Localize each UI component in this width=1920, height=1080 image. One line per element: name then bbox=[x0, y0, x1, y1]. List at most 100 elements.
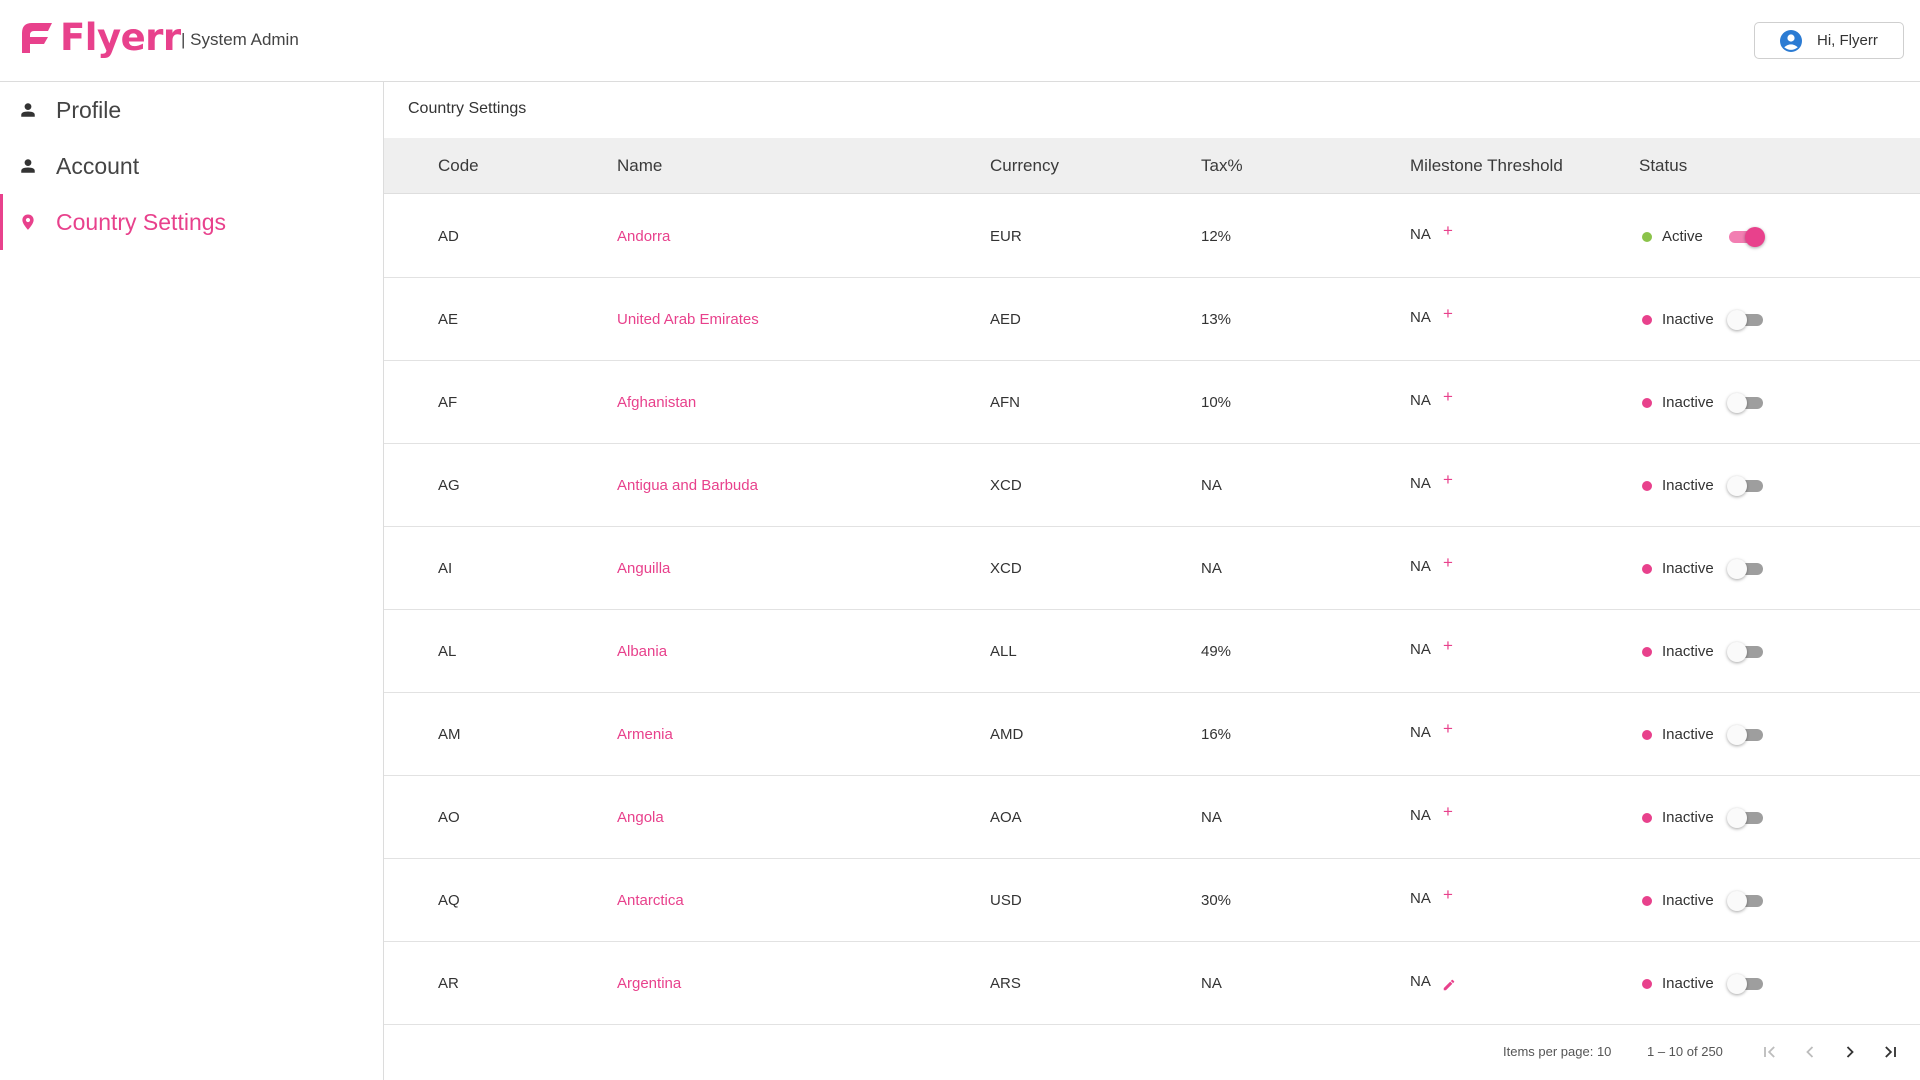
column-header-tax: Tax% bbox=[1201, 156, 1243, 175]
status-label: Inactive bbox=[1662, 560, 1714, 577]
status-toggle[interactable] bbox=[1727, 641, 1765, 662]
add-milestone-button[interactable]: + bbox=[1443, 802, 1453, 822]
sidebar-item-country-settings[interactable]: Country Settings bbox=[0, 194, 383, 250]
add-milestone-button[interactable]: + bbox=[1443, 553, 1453, 573]
status-label: Inactive bbox=[1662, 394, 1714, 411]
status-label: Inactive bbox=[1662, 809, 1714, 826]
previous-page-button[interactable] bbox=[1796, 1038, 1824, 1066]
cell-milestone: NA bbox=[1410, 558, 1431, 575]
cell-currency: EUR bbox=[990, 228, 1022, 245]
sidebar-item-profile[interactable]: Profile bbox=[0, 82, 383, 138]
add-milestone-button[interactable]: + bbox=[1443, 387, 1453, 407]
cell-code: AM bbox=[438, 726, 461, 743]
cell-tax: NA bbox=[1201, 560, 1222, 577]
toggle-knob bbox=[1745, 227, 1765, 247]
table-row: AO Angola AOA NA NA + Inactive bbox=[384, 776, 1920, 859]
first-page-button[interactable] bbox=[1756, 1038, 1784, 1066]
cell-currency: XCD bbox=[990, 560, 1022, 577]
chevron-left-icon bbox=[1806, 1046, 1814, 1058]
cell-tax: NA bbox=[1201, 809, 1222, 826]
last-page-button[interactable] bbox=[1876, 1038, 1904, 1066]
status-dot bbox=[1642, 398, 1652, 408]
cell-milestone: NA bbox=[1410, 226, 1431, 243]
cell-currency: AOA bbox=[990, 809, 1022, 826]
person-icon bbox=[21, 103, 35, 117]
add-milestone-button[interactable]: + bbox=[1443, 304, 1453, 324]
cell-milestone: NA bbox=[1410, 973, 1431, 990]
cell-milestone: NA bbox=[1410, 641, 1431, 658]
status-label: Inactive bbox=[1662, 643, 1714, 660]
country-name-link[interactable]: Albania bbox=[617, 610, 667, 693]
status-toggle[interactable] bbox=[1727, 392, 1765, 413]
add-milestone-button[interactable]: + bbox=[1443, 470, 1453, 490]
status-label: Inactive bbox=[1662, 726, 1714, 743]
country-name-link[interactable]: Andorra bbox=[617, 195, 670, 278]
status-toggle[interactable] bbox=[1727, 226, 1765, 247]
sidebar-item-label: Country Settings bbox=[56, 208, 227, 235]
status-toggle[interactable] bbox=[1727, 724, 1765, 745]
plus-icon: + bbox=[1443, 221, 1453, 240]
plus-icon: + bbox=[1443, 387, 1453, 406]
location-pin-icon bbox=[22, 214, 34, 230]
next-page-button[interactable] bbox=[1836, 1038, 1864, 1066]
user-greeting: Hi, Flyerr bbox=[1817, 32, 1878, 49]
plus-icon: + bbox=[1443, 470, 1453, 489]
cell-currency: AMD bbox=[990, 726, 1024, 743]
status-label: Inactive bbox=[1662, 975, 1714, 992]
toggle-knob bbox=[1727, 974, 1747, 994]
country-name-link[interactable]: Antarctica bbox=[617, 859, 684, 942]
toggle-knob bbox=[1727, 559, 1747, 579]
cell-tax: 16% bbox=[1201, 726, 1232, 743]
user-menu-button[interactable]: Hi, Flyerr bbox=[1754, 22, 1904, 59]
status-toggle[interactable] bbox=[1727, 309, 1765, 330]
table-row: AG Antigua and Barbuda XCD NA NA + Inactive bbox=[384, 444, 1920, 527]
country-name-link[interactable]: Afghanistan bbox=[617, 361, 696, 444]
add-milestone-button[interactable]: + bbox=[1443, 885, 1453, 905]
country-name-link[interactable]: Angola bbox=[617, 776, 664, 859]
column-header-milestone: Milestone Threshold bbox=[1410, 156, 1563, 175]
status-label: Active bbox=[1662, 228, 1703, 245]
column-header-status: Status bbox=[1639, 156, 1688, 175]
status-label: Inactive bbox=[1662, 311, 1714, 328]
sidebar-item-account[interactable]: Account bbox=[0, 138, 383, 194]
status-toggle[interactable] bbox=[1727, 807, 1765, 828]
cell-code: AG bbox=[438, 477, 460, 494]
sidebar-item-label: Profile bbox=[56, 96, 122, 123]
status-dot bbox=[1642, 979, 1652, 989]
add-milestone-button[interactable]: + bbox=[1443, 719, 1453, 739]
flyerr-logo-icon bbox=[22, 23, 52, 53]
country-name-link[interactable]: Anguilla bbox=[617, 527, 670, 610]
add-milestone-button[interactable]: + bbox=[1443, 221, 1453, 241]
status-dot bbox=[1642, 315, 1652, 325]
flyerr-logo[interactable]: Flyerr bbox=[18, 18, 181, 58]
status-toggle[interactable] bbox=[1727, 558, 1765, 579]
paginator: Items per page: 10 1 – 10 of 250 bbox=[384, 1024, 1920, 1080]
cell-currency: ARS bbox=[990, 975, 1021, 992]
status-dot bbox=[1642, 813, 1652, 823]
cell-code: AE bbox=[438, 311, 459, 328]
edit-milestone-button[interactable] bbox=[1442, 978, 1456, 997]
cell-milestone: NA bbox=[1410, 807, 1431, 824]
add-milestone-button[interactable]: + bbox=[1443, 636, 1453, 656]
cell-milestone: NA bbox=[1410, 392, 1431, 409]
plus-icon: + bbox=[1443, 304, 1453, 323]
cell-tax: 30% bbox=[1201, 892, 1232, 909]
status-toggle[interactable] bbox=[1727, 973, 1765, 994]
cell-milestone: NA bbox=[1410, 309, 1431, 326]
country-name-link[interactable]: United Arab Emirates bbox=[617, 278, 759, 361]
country-name-link[interactable]: Antigua and Barbuda bbox=[617, 444, 758, 527]
country-name-link[interactable]: Armenia bbox=[617, 693, 673, 776]
toggle-knob bbox=[1727, 891, 1747, 911]
main-content: Country Settings Code Name Currency Tax%… bbox=[384, 82, 1920, 1080]
last-page-icon bbox=[1885, 1046, 1896, 1058]
status-toggle[interactable] bbox=[1727, 890, 1765, 911]
cell-tax: NA bbox=[1201, 477, 1222, 494]
column-header-code: Code bbox=[438, 156, 479, 175]
country-name-link[interactable]: Argentina bbox=[617, 942, 681, 1025]
table-row: AI Anguilla XCD NA NA + Inactive bbox=[384, 527, 1920, 610]
plus-icon: + bbox=[1443, 802, 1453, 821]
page-range-label: 1 – 10 of 250 bbox=[1647, 1044, 1723, 1059]
status-dot bbox=[1642, 730, 1652, 740]
status-toggle[interactable] bbox=[1727, 475, 1765, 496]
plus-icon: + bbox=[1443, 553, 1453, 572]
